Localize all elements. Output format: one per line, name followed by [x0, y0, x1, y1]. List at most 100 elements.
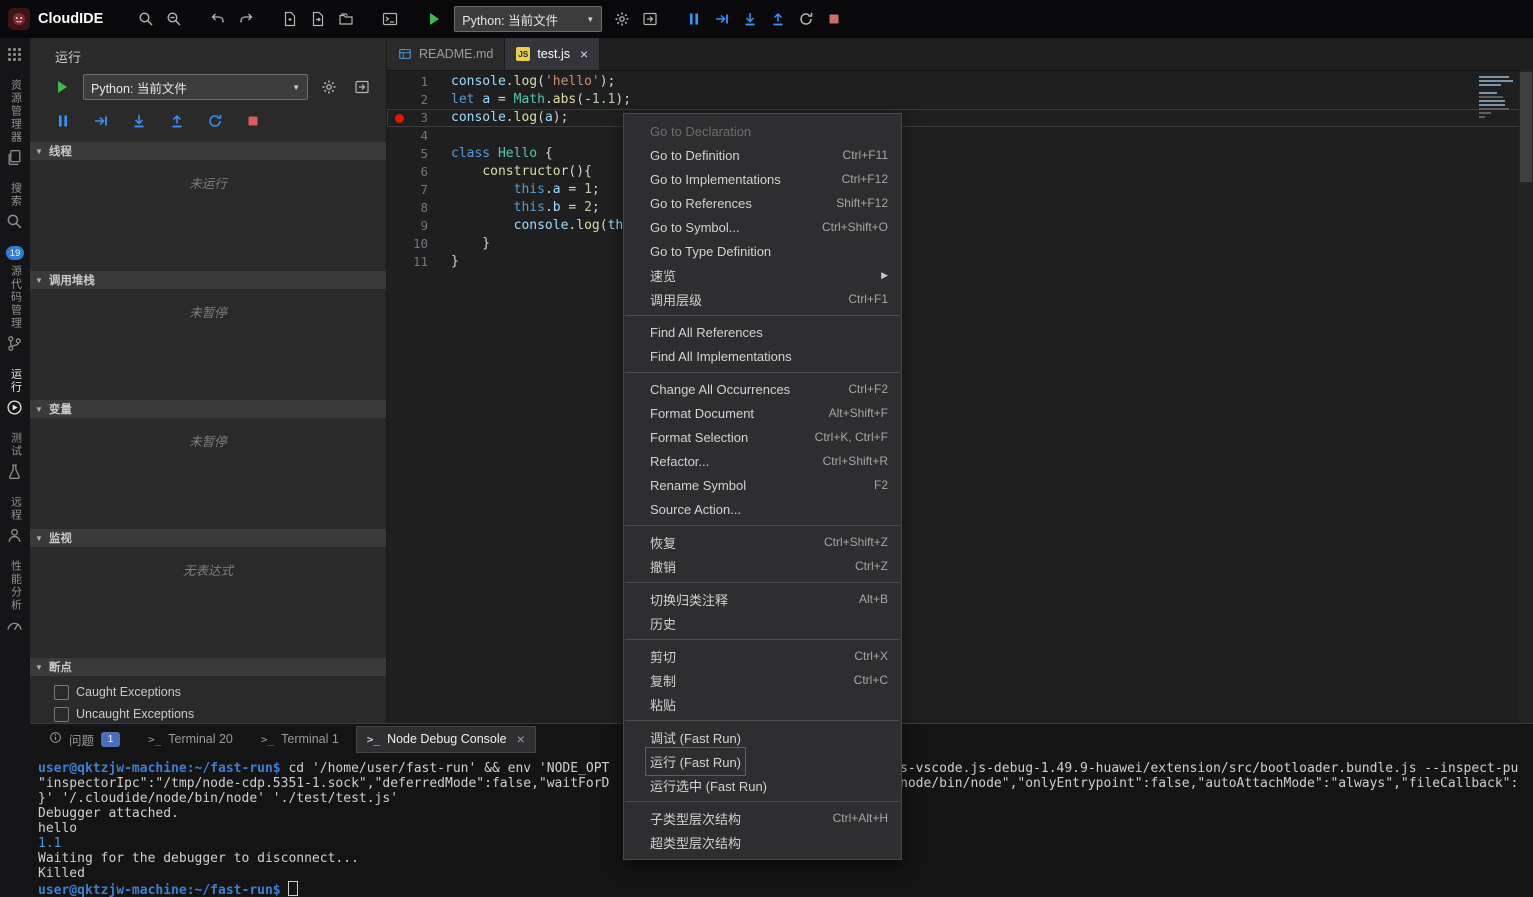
menu-item[interactable]: Format SelectionCtrl+K, Ctrl+F — [624, 425, 901, 449]
gutter[interactable]: 8 — [387, 199, 451, 217]
minimap[interactable] — [1479, 76, 1519, 120]
restart-icon[interactable] — [203, 109, 227, 133]
section-header-watch[interactable]: ▼监视 — [30, 529, 386, 547]
restart-icon[interactable] — [793, 6, 819, 32]
code-text[interactable]: constructor(){ — [451, 163, 592, 181]
editor-tab[interactable]: README.md — [387, 38, 505, 70]
menu-item[interactable]: 调用层级Ctrl+F1 — [624, 287, 901, 311]
section-header-breakpoints[interactable]: ▼断点 — [30, 658, 386, 676]
gutter[interactable]: 4 — [387, 127, 451, 145]
code-text[interactable]: console.log(thi — [451, 217, 631, 235]
gear-icon[interactable] — [609, 6, 635, 32]
undo-icon[interactable] — [205, 6, 231, 32]
step-out-icon[interactable] — [765, 6, 791, 32]
code-line[interactable]: 8 this.b = 2; — [387, 199, 1533, 217]
code-text[interactable]: console.log('hello'); — [451, 73, 615, 91]
menu-item[interactable]: 历史 — [624, 611, 901, 635]
menu-item[interactable]: Go to ImplementationsCtrl+F12 — [624, 167, 901, 191]
code-line[interactable]: 9 console.log(thi — [387, 217, 1533, 235]
step-into-icon[interactable] — [127, 109, 151, 133]
gear-icon[interactable] — [317, 75, 341, 99]
code-text[interactable]: this.b = 2; — [451, 199, 600, 217]
menu-item[interactable]: 运行 (Fast Run) — [624, 749, 901, 773]
debug-start-button[interactable] — [50, 75, 74, 99]
menu-item[interactable]: Source Action... — [624, 497, 901, 521]
open-console-icon[interactable] — [350, 75, 374, 99]
code-line[interactable]: 3console.log(a); — [387, 109, 1533, 127]
menu-item[interactable]: Find All References — [624, 320, 901, 344]
scrollbar-thumb[interactable] — [1520, 72, 1532, 182]
menu-item[interactable]: Rename SymbolF2 — [624, 473, 901, 497]
folders-icon[interactable] — [333, 6, 359, 32]
step-into-icon[interactable] — [737, 6, 763, 32]
section-header-threads[interactable]: ▼线程 — [30, 142, 386, 160]
menu-item[interactable]: Format DocumentAlt+Shift+F — [624, 401, 901, 425]
menu-item[interactable]: Refactor...Ctrl+Shift+R — [624, 449, 901, 473]
gutter[interactable]: 1 — [387, 73, 451, 91]
gutter[interactable]: 5 — [387, 145, 451, 163]
pause-icon[interactable] — [681, 6, 707, 32]
code-line[interactable]: 10 } — [387, 235, 1533, 253]
menu-item[interactable]: 复制Ctrl+C — [624, 668, 901, 692]
breakpoint-row[interactable]: Uncaught Exceptions — [30, 703, 386, 723]
editor-tab[interactable]: JStest.js× — [505, 38, 600, 70]
stop-icon[interactable] — [241, 109, 265, 133]
menu-item[interactable]: 粘贴 — [624, 692, 901, 716]
panel-tab[interactable]: >_Node Debug Console× — [356, 726, 536, 753]
breakpoint-dot[interactable] — [395, 114, 404, 123]
terminal-icon[interactable] — [377, 6, 403, 32]
menu-item[interactable]: 超类型层次结构 — [624, 830, 901, 854]
activity-item-run[interactable]: 运行 — [6, 367, 24, 418]
step-out-icon[interactable] — [165, 109, 189, 133]
open-console-icon[interactable] — [637, 6, 663, 32]
activity-item-scm[interactable]: 19源代码管理 — [6, 245, 24, 354]
menu-item[interactable]: 运行选中 (Fast Run) — [624, 773, 901, 797]
breakpoint-checkbox[interactable] — [54, 685, 69, 700]
code-line[interactable]: 4 — [387, 127, 1533, 145]
section-header-variables[interactable]: ▼变量 — [30, 400, 386, 418]
breakpoint-checkbox[interactable] — [54, 707, 69, 722]
code-line[interactable]: 6 constructor(){ — [387, 163, 1533, 181]
code-text[interactable]: } — [451, 253, 459, 271]
go-to-file-icon[interactable] — [305, 6, 331, 32]
search-icon[interactable] — [133, 6, 159, 32]
gutter[interactable]: 3 — [387, 109, 451, 127]
gutter[interactable]: 11 — [387, 253, 451, 271]
code-line[interactable]: 5class Hello { — [387, 145, 1533, 163]
activity-item-test[interactable]: 测试 — [6, 431, 24, 482]
redo-icon[interactable] — [233, 6, 259, 32]
activity-item-search[interactable]: 搜索 — [6, 181, 24, 232]
activity-item-perf[interactable]: 性能分析 — [6, 559, 24, 636]
gutter[interactable]: 2 — [387, 91, 451, 109]
code-line[interactable]: 2let a = Math.abs(-1.1); — [387, 91, 1533, 109]
menu-item[interactable]: Change All OccurrencesCtrl+F2 — [624, 377, 901, 401]
activity-item-apps[interactable] — [6, 45, 24, 65]
code-text[interactable]: let a = Math.abs(-1.1); — [451, 91, 631, 109]
menu-item[interactable]: 切换归类注释Alt+B — [624, 587, 901, 611]
menu-item[interactable]: Go to Symbol...Ctrl+Shift+O — [624, 215, 901, 239]
debug-config-select[interactable]: Python: 当前文件 ▼ — [83, 74, 308, 100]
panel-tab[interactable]: >_Terminal 1 — [250, 726, 350, 753]
gutter[interactable]: 10 — [387, 235, 451, 253]
run-config-select[interactable]: Python: 当前文件 ▼ — [454, 6, 602, 32]
pause-icon[interactable] — [51, 109, 75, 133]
code-text[interactable]: } — [451, 235, 490, 253]
activity-item-remote[interactable]: 远程 — [6, 495, 24, 546]
step-over-icon[interactable] — [709, 6, 735, 32]
step-over-icon[interactable] — [89, 109, 113, 133]
section-header-callstack[interactable]: ▼调用堆栈 — [30, 271, 386, 289]
menu-item[interactable]: Go to DefinitionCtrl+F11 — [624, 143, 901, 167]
menu-item[interactable]: 恢复Ctrl+Shift+Z — [624, 530, 901, 554]
code-line[interactable]: 11} — [387, 253, 1533, 271]
scrollbar[interactable] — [1519, 70, 1533, 723]
breakpoint-row[interactable]: Caught Exceptions — [30, 681, 386, 703]
run-button[interactable] — [421, 6, 447, 32]
code-text[interactable]: this.a = 1; — [451, 181, 600, 199]
code-text[interactable]: console.log(a); — [451, 109, 568, 127]
menu-item[interactable]: 调试 (Fast Run) — [624, 725, 901, 749]
search-zoom-out-icon[interactable] — [161, 6, 187, 32]
menu-item[interactable]: Find All Implementations — [624, 344, 901, 368]
menu-item[interactable]: 子类型层次结构Ctrl+Alt+H — [624, 806, 901, 830]
close-icon[interactable]: × — [580, 46, 588, 62]
gutter[interactable]: 6 — [387, 163, 451, 181]
